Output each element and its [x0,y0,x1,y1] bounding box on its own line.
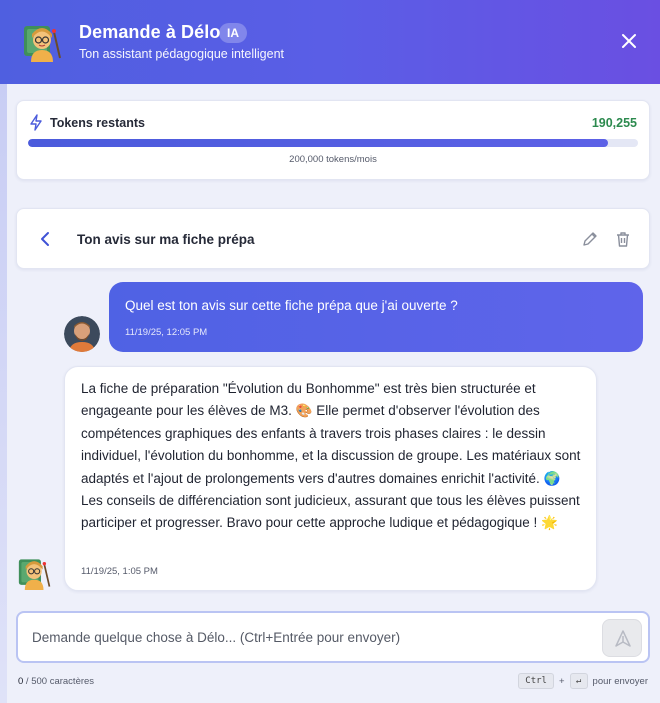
user-message-text: Quel est ton avis sur cette fiche prépa … [125,298,458,313]
user-avatar [64,316,100,352]
app-title: Demande à Délo [79,22,221,42]
tokens-label: Tokens restants [50,116,145,130]
delo-avatar-icon [18,559,51,590]
assistant-message-text: La fiche de préparation "Évolution du Bo… [81,381,581,531]
tokens-progress-track [28,139,638,147]
plus-sign: + [558,675,565,687]
delo-avatar-icon [24,26,61,62]
tokens-card: Tokens restants 190,255 200,000 tokens/m… [16,100,650,180]
enter-key: ↵ [569,673,588,689]
user-message-time: 11/19/25, 12:05 PM [125,327,208,338]
app-subtitle: Ton assistant pédagogique intelligent [79,47,285,61]
conversation-header: Ton avis sur ma fiche prépa [16,208,650,269]
lightning-icon [30,114,42,131]
ctrl-key: Ctrl [518,673,554,689]
tokens-quota: 200,000 tokens/mois [289,154,377,165]
assistant-message-bubble: La fiche de préparation "Évolution du Bo… [64,366,597,591]
send-button[interactable] [602,619,642,657]
character-limit: / 500 caractères [23,676,95,687]
assistant-message-time: 11/19/25, 1:05 PM [81,566,158,577]
conversation-title: Ton avis sur ma fiche prépa [77,232,255,247]
pencil-icon[interactable] [581,230,599,248]
tokens-progress-fill [28,139,609,147]
left-rail [0,84,7,703]
message-composer [16,611,650,663]
send-icon [615,630,631,647]
user-message-bubble: Quel est ton avis sur cette fiche prépa … [109,282,643,352]
ai-badge: IA [219,23,247,43]
trash-icon[interactable] [614,230,632,248]
tokens-remaining: 190,255 [591,116,637,130]
character-counter: 0 / 500 caractères [18,676,94,687]
chevron-left-icon[interactable] [37,230,55,248]
send-shortcut-hint: Ctrl + ↵ pour envoyer [518,673,648,689]
close-icon[interactable] [617,29,641,53]
chat-header: Demande à Délo IA Ton assistant pédagogi… [0,0,660,84]
message-input[interactable] [32,625,592,649]
shortcut-label: pour envoyer [592,675,648,687]
